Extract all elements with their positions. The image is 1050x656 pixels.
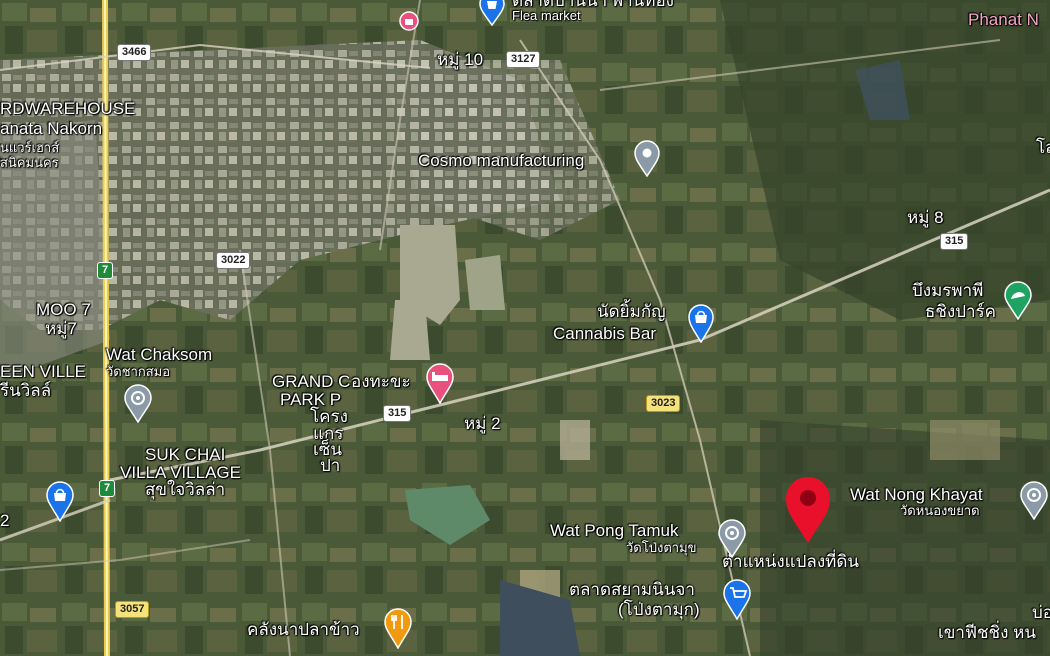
restaurant-pin-icon[interactable] [383, 607, 413, 649]
shopping-pin-icon[interactable] [722, 578, 752, 620]
map-label: RDWAREHOUSE [0, 99, 136, 118]
map-label: นัดยิ้มกัญ [597, 302, 666, 321]
map-label: Cannabis Bar [553, 324, 657, 343]
map-label: นแวร์เฮาส์ [0, 140, 60, 155]
map-label: (โป่งตามุก) [618, 600, 700, 619]
map-label: คลังนาปลาข้าว [247, 620, 360, 639]
map-label: วัดชากสมอ [106, 364, 171, 379]
temple-pin-icon[interactable] [717, 518, 747, 558]
map-label: Phanat N [968, 10, 1039, 29]
landmark-pin-icon[interactable] [398, 10, 420, 32]
temple-pin-icon[interactable] [123, 383, 153, 423]
shopping-pin-icon[interactable] [478, 0, 506, 26]
map-label: SUK CHAI [145, 445, 226, 464]
map-label: วัดหนองขยาด [900, 503, 980, 518]
shopping-pin-icon[interactable] [687, 303, 715, 343]
map-label: ธชิงปาร์ค [925, 302, 997, 321]
route-shield-3127: 3127 [506, 51, 541, 68]
map-label: บ่อ [1032, 603, 1050, 622]
map-label: สุขใจวิลล่า [145, 480, 226, 499]
map-label: หมู่ 10 [437, 50, 484, 69]
map-label: หมู่7 [45, 319, 77, 338]
map-label: EEN VILLE [0, 362, 86, 381]
map-label: โล [1036, 138, 1050, 157]
map-label: บึงมรพาพี [912, 281, 984, 300]
hotel-pin-icon[interactable] [425, 362, 455, 404]
shopping-pin-icon[interactable] [45, 480, 75, 522]
map-label: ตลาดสยามนินจา [569, 580, 695, 599]
temple-pin-icon[interactable] [1019, 480, 1049, 520]
map-label: ปา [320, 456, 341, 475]
map-label: เขาฟีชชิ่ง หน [938, 623, 1036, 642]
location-marker-icon[interactable] [784, 475, 832, 545]
route-shield-3057: 3057 [115, 601, 150, 618]
park-pin-icon[interactable] [1003, 280, 1033, 320]
map-label: MOO 7 [36, 300, 91, 319]
route-shield-7: 7 [97, 262, 114, 279]
map-label: anata Nakorn [0, 119, 103, 138]
route-shield-7: 7 [99, 480, 116, 497]
map-label: GRAND C [272, 372, 351, 391]
satellite-map[interactable]: 3466 3127 3022 315 315 3023 3057 7 7 ตลา… [0, 0, 1050, 656]
satellite-imagery [0, 0, 1050, 656]
route-shield-3023: 3023 [646, 395, 681, 412]
map-label: Wat Chaksom [106, 345, 213, 364]
map-label: Wat Nong Khayat [850, 485, 983, 504]
map-label: หมู่ 2 [464, 414, 501, 433]
place-pin-icon[interactable] [633, 139, 661, 177]
route-shield-3022: 3022 [216, 252, 251, 269]
route-shield-315: 315 [383, 405, 412, 422]
map-label: 2 [0, 511, 10, 530]
map-label: หมู่ 8 [907, 208, 944, 227]
map-label: องทะขะ [351, 372, 411, 391]
map-label: วัดโป่งตามุข [626, 540, 697, 555]
map-label: Flea market [512, 8, 581, 23]
map-label: รีนวิลล์ [0, 381, 52, 400]
route-shield-3466: 3466 [117, 44, 152, 61]
map-label: Cosmo manufacturing [418, 151, 585, 170]
map-label: Wat Pong Tamuk [550, 521, 679, 540]
map-label: ัสนิคมนคร [0, 155, 59, 170]
route-shield-315: 315 [940, 233, 969, 250]
